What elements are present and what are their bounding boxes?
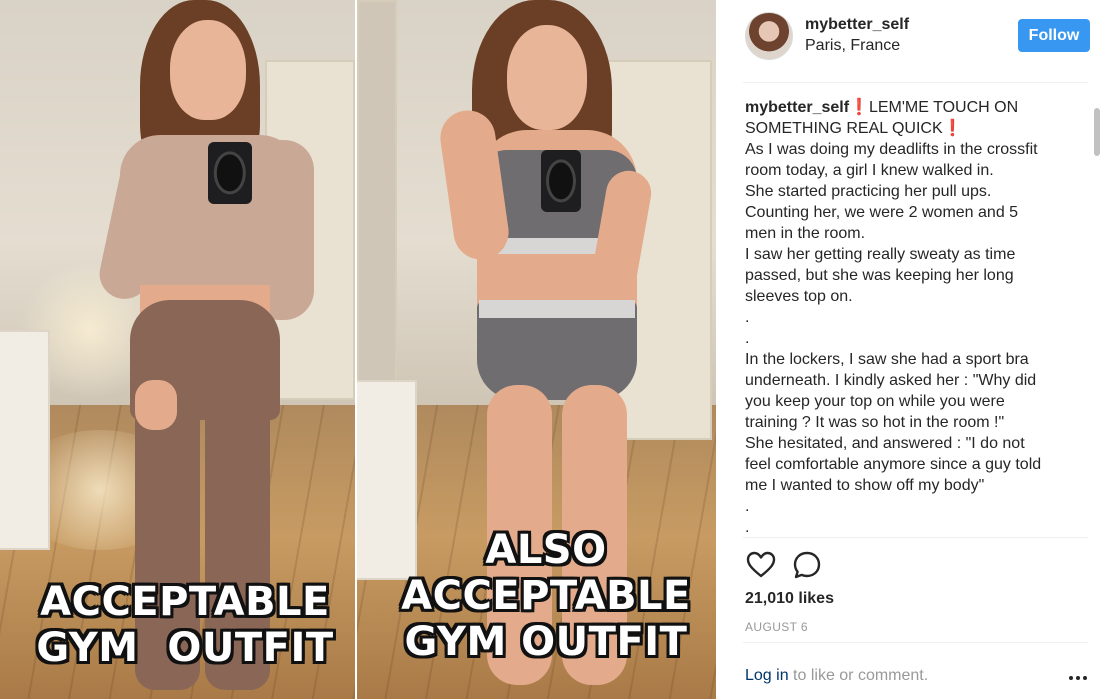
caption-line: SOMETHING REAL QUICK❗ [745, 118, 1089, 139]
left-caption: ACCEPTABLE GYM OUTFIT [0, 582, 370, 674]
author-username[interactable]: mybetter_self [805, 16, 909, 34]
caption-line: me I wanted to show off my body" [745, 477, 985, 494]
caption-line: you keep your top on while you were [745, 393, 1005, 410]
caption-line: room today, a girl I knew walked in. [745, 162, 994, 179]
follow-button[interactable]: Follow [1018, 19, 1090, 52]
caption-username[interactable]: mybetter_self [745, 99, 849, 116]
caption-line: men in the room. [745, 225, 866, 242]
comments-divider [743, 537, 1088, 538]
post-side-panel: mybetter_self Paris, France Follow mybet… [716, 0, 1100, 699]
caption-line: I saw her getting really sweaty as time [745, 246, 1016, 263]
footer-divider [743, 642, 1088, 643]
right-caption-line-3: GYM OUTFIT [404, 619, 688, 665]
caption-line: She started practicing her pull ups. [745, 183, 992, 200]
caption-line: She hesitated, and answered : "I do not [745, 435, 1025, 452]
post-date[interactable]: AUGUST 6 [745, 620, 808, 634]
login-prompt-text: to like or comment. [788, 667, 929, 684]
exclamation-emoji: ❗ [849, 99, 869, 116]
caption-line: underneath. I kindly asked her : "Why di… [745, 372, 1037, 389]
caption-line: feel comfortable anymore since a guy tol… [745, 456, 1042, 473]
more-options-icon[interactable] [1068, 671, 1088, 683]
caption-line: Counting her, we were 2 women and 5 [745, 204, 1019, 221]
caption-comment[interactable]: mybetter_self❗LEM'ME TOUCH ON SOMETHING … [745, 97, 1089, 537]
caption-line: mybetter_self❗LEM'ME TOUCH ON [745, 97, 1089, 118]
caption-line: . [745, 309, 750, 326]
login-link[interactable]: Log in [745, 667, 789, 684]
post-photo[interactable]: ACCEPTABLE GYM OUTFIT ALSO ACCEPTABLE GY… [0, 0, 716, 699]
caption-line: As I was doing my deadlifts in the cross… [745, 141, 1038, 158]
header-divider [743, 82, 1088, 83]
caption-text: LEM'ME TOUCH ON [868, 99, 1019, 116]
caption-line: . [745, 519, 750, 536]
caption-text: SOMETHING REAL QUICK [745, 120, 943, 137]
left-caption-line-2: GYM OUTFIT [36, 625, 334, 671]
caption-line: In the lockers, I saw she had a sport br… [745, 351, 1029, 368]
right-caption-line-1: ALSO [485, 527, 607, 573]
avatar[interactable] [745, 12, 793, 60]
exclamation-emoji: ❗ [942, 120, 963, 137]
post-location[interactable]: Paris, France [805, 37, 900, 55]
right-caption-line-2: ACCEPTABLE [401, 573, 691, 619]
heart-icon[interactable] [745, 549, 777, 581]
right-caption: ALSO ACCEPTABLE GYM OUTFIT [366, 530, 716, 668]
caption-line: . [745, 330, 750, 347]
caption-line: sleeves top on. [745, 288, 853, 305]
left-caption-line-1: ACCEPTABLE [40, 579, 330, 625]
caption-line: passed, but she was keeping her long [745, 267, 1014, 284]
caption-line: training ? It was so hot in the room !" [745, 414, 1005, 431]
comments-scrollbar[interactable] [1094, 108, 1100, 156]
comment-icon[interactable] [791, 549, 823, 581]
post-header: mybetter_self Paris, France Follow [716, 0, 1100, 82]
login-prompt: Log in to like or comment. [745, 667, 928, 685]
caption-line: . [745, 498, 750, 515]
likes-count[interactable]: 21,010 likes [745, 590, 834, 608]
